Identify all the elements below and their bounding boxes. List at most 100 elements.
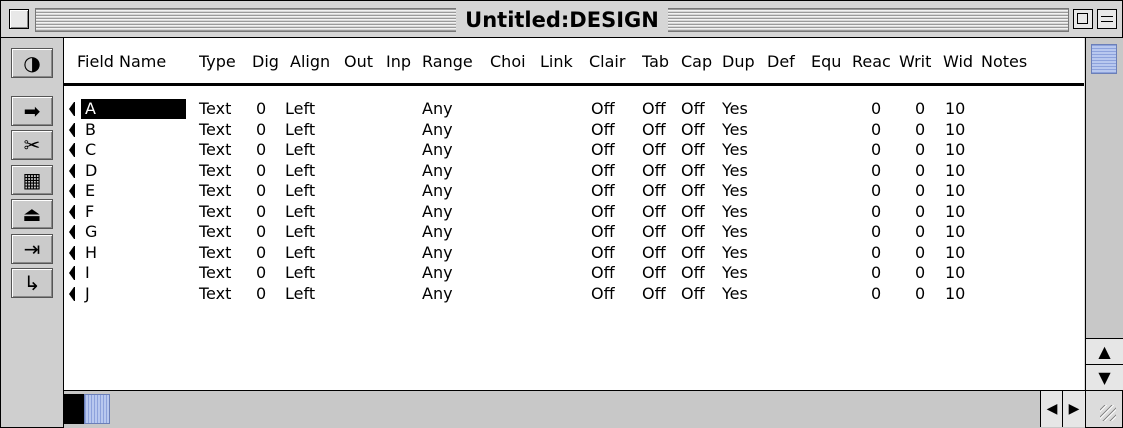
column-header-clair[interactable]: Clair xyxy=(589,52,639,71)
reac-cell[interactable]: 0 xyxy=(871,140,881,160)
wid-cell[interactable]: 10 xyxy=(945,120,965,140)
wid-cell[interactable]: 10 xyxy=(945,243,965,263)
align-cell[interactable]: Left xyxy=(285,181,315,201)
field-name-cell[interactable]: I xyxy=(81,263,186,283)
column-header-tab[interactable]: Tab xyxy=(642,52,679,71)
writ-cell[interactable]: 0 xyxy=(915,181,925,201)
column-header-type[interactable]: Type xyxy=(199,52,249,71)
type-cell[interactable]: Text xyxy=(199,161,231,181)
scissors-icon[interactable]: ✂ xyxy=(11,130,53,160)
zoom-box-icon[interactable] xyxy=(1073,9,1093,29)
range-cell[interactable]: Any xyxy=(422,120,453,140)
vertical-scroll-thumb[interactable] xyxy=(1091,44,1117,74)
clair-cell[interactable]: Off xyxy=(591,222,615,242)
row-marker-icon[interactable] xyxy=(69,122,75,137)
dig-cell[interactable]: 0 xyxy=(256,222,266,242)
cap-cell[interactable]: Off xyxy=(681,99,705,119)
scroll-down-arrow-icon[interactable]: ▼ xyxy=(1086,364,1123,390)
dig-cell[interactable]: 0 xyxy=(256,140,266,160)
align-cell[interactable]: Left xyxy=(285,263,315,283)
column-header-align[interactable]: Align xyxy=(290,52,342,71)
column-header-notes[interactable]: Notes xyxy=(981,52,1041,71)
reac-cell[interactable]: 0 xyxy=(871,222,881,242)
row-marker-icon[interactable] xyxy=(69,204,75,219)
tab-cell[interactable]: Off xyxy=(642,222,666,242)
table-row[interactable]: F Text 0 Left Any Off Off Off Yes 0 0 10 xyxy=(64,202,1084,222)
dig-cell[interactable]: 0 xyxy=(256,284,266,304)
writ-cell[interactable]: 0 xyxy=(915,99,925,119)
pointer-tool-icon[interactable]: ➡ xyxy=(11,96,53,126)
writ-cell[interactable]: 0 xyxy=(915,120,925,140)
field-name-cell[interactable]: H xyxy=(81,243,186,263)
reac-cell[interactable]: 0 xyxy=(871,243,881,263)
dig-cell[interactable]: 0 xyxy=(256,99,266,119)
wid-cell[interactable]: 10 xyxy=(945,222,965,242)
row-marker-icon[interactable] xyxy=(69,286,75,301)
dup-cell[interactable]: Yes xyxy=(722,222,748,242)
dig-cell[interactable]: 0 xyxy=(256,263,266,283)
column-header-cap[interactable]: Cap xyxy=(681,52,720,71)
align-cell[interactable]: Left xyxy=(285,99,315,119)
dup-cell[interactable]: Yes xyxy=(722,263,748,283)
column-header-wid[interactable]: Wid xyxy=(943,52,979,71)
type-cell[interactable]: Text xyxy=(199,263,231,283)
field-name-cell[interactable]: C xyxy=(81,140,186,160)
dup-cell[interactable]: Yes xyxy=(722,99,748,119)
range-cell[interactable]: Any xyxy=(422,140,453,160)
writ-cell[interactable]: 0 xyxy=(915,263,925,283)
cap-cell[interactable]: Off xyxy=(681,243,705,263)
writ-cell[interactable]: 0 xyxy=(915,284,925,304)
wid-cell[interactable]: 10 xyxy=(945,202,965,222)
writ-cell[interactable]: 0 xyxy=(915,202,925,222)
cap-cell[interactable]: Off xyxy=(681,181,705,201)
column-header-range[interactable]: Range xyxy=(422,52,488,71)
range-cell[interactable]: Any xyxy=(422,181,453,201)
cap-cell[interactable]: Off xyxy=(681,202,705,222)
row-marker-icon[interactable] xyxy=(69,143,75,157)
align-cell[interactable]: Left xyxy=(285,222,315,242)
dup-cell[interactable]: Yes xyxy=(722,161,748,181)
scroll-right-arrow-icon[interactable]: ▶ xyxy=(1062,391,1085,427)
field-name-cell[interactable]: E xyxy=(81,181,186,201)
range-cell[interactable]: Any xyxy=(422,243,453,263)
reac-cell[interactable]: 0 xyxy=(871,161,881,181)
row-marker-icon[interactable] xyxy=(69,102,75,116)
field-name-cell[interactable]: G xyxy=(81,222,186,242)
clair-cell[interactable]: Off xyxy=(591,161,615,181)
table-row[interactable]: D Text 0 Left Any Off Off Off Yes 0 0 10 xyxy=(64,161,1084,181)
design-mode-icon[interactable]: ◑ xyxy=(11,48,53,78)
align-cell[interactable]: Left xyxy=(285,161,315,181)
column-header-equ[interactable]: Equ xyxy=(811,52,849,71)
field-name-cell[interactable]: D xyxy=(81,161,186,181)
dup-cell[interactable]: Yes xyxy=(722,202,748,222)
type-cell[interactable]: Text xyxy=(199,120,231,140)
row-marker-icon[interactable] xyxy=(69,163,75,178)
clair-cell[interactable]: Off xyxy=(591,120,615,140)
writ-cell[interactable]: 0 xyxy=(915,161,925,181)
tab-cell[interactable]: Off xyxy=(642,263,666,283)
align-cell[interactable]: Left xyxy=(285,243,315,263)
type-cell[interactable]: Text xyxy=(199,243,231,263)
tab-cell[interactable]: Off xyxy=(642,284,666,304)
resize-grip-icon[interactable] xyxy=(1085,390,1122,427)
column-header-field-name[interactable]: Field Name xyxy=(77,52,192,71)
dup-cell[interactable]: Yes xyxy=(722,284,748,304)
column-header-def[interactable]: Def xyxy=(767,52,809,71)
table-row[interactable]: E Text 0 Left Any Off Off Off Yes 0 0 10 xyxy=(64,181,1084,201)
scroll-left-arrow-icon[interactable]: ◀ xyxy=(1040,391,1063,427)
align-cell[interactable]: Left xyxy=(285,140,315,160)
column-header-dig[interactable]: Dig xyxy=(252,52,286,71)
type-cell[interactable]: Text xyxy=(199,222,231,242)
column-header-choi[interactable]: Choi xyxy=(490,52,538,71)
tab-cell[interactable]: Off xyxy=(642,99,666,119)
tab-cell[interactable]: Off xyxy=(642,140,666,160)
clair-cell[interactable]: Off xyxy=(591,202,615,222)
horizontal-scrollbar[interactable]: ◀ ▶ xyxy=(64,390,1085,428)
reac-cell[interactable]: 0 xyxy=(871,202,881,222)
clair-cell[interactable]: Off xyxy=(591,284,615,304)
reac-cell[interactable]: 0 xyxy=(871,181,881,201)
row-marker-icon[interactable] xyxy=(69,245,75,260)
reac-cell[interactable]: 0 xyxy=(871,263,881,283)
range-cell[interactable]: Any xyxy=(422,284,453,304)
type-cell[interactable]: Text xyxy=(199,181,231,201)
